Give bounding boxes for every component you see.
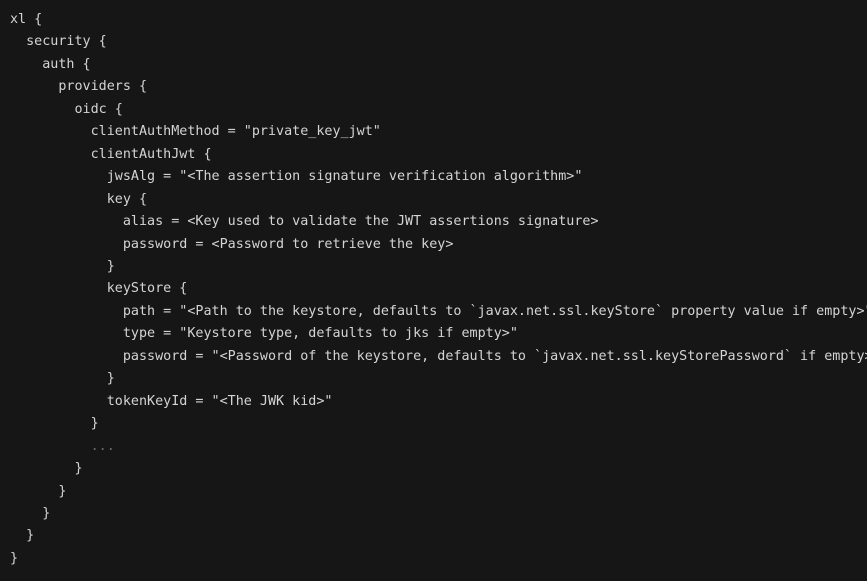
code-line: key { bbox=[10, 191, 148, 207]
code-line: password = <Password to retrieve the key… bbox=[10, 236, 454, 252]
code-line: } bbox=[10, 461, 83, 477]
code-line: clientAuthMethod = "private_key_jwt" bbox=[10, 124, 381, 140]
code-line: } bbox=[10, 528, 35, 544]
code-line: oidc { bbox=[10, 101, 123, 117]
code-line: path = "<Path to the keystore, defaults … bbox=[10, 303, 867, 319]
code-line: } bbox=[10, 550, 19, 566]
code-line: auth { bbox=[10, 56, 91, 72]
code-line: } bbox=[10, 483, 67, 499]
code-line: providers { bbox=[10, 79, 148, 95]
code-line: xl { bbox=[10, 12, 43, 27]
code-line: alias = <Key used to validate the JWT as… bbox=[10, 214, 599, 230]
code-line: } bbox=[10, 371, 115, 387]
code-line: keyStore { bbox=[10, 281, 188, 297]
code-line: } bbox=[10, 505, 51, 521]
code-line: password = "<Password of the keystore, d… bbox=[10, 348, 867, 364]
code-line: type = "Keystore type, defaults to jks i… bbox=[10, 326, 518, 342]
code-line: jwsAlg = "<The assertion signature verif… bbox=[10, 169, 583, 185]
code-line: clientAuthJwt { bbox=[10, 146, 212, 162]
code-line: tokenKeyId = "<The JWK kid>" bbox=[10, 393, 333, 409]
code-block[interactable]: xl { security { auth { providers { oidc … bbox=[0, 0, 867, 581]
code-line: } bbox=[10, 258, 115, 274]
code-line: ... bbox=[10, 438, 115, 454]
code-line: security { bbox=[10, 34, 107, 50]
code-line: } bbox=[10, 416, 99, 432]
